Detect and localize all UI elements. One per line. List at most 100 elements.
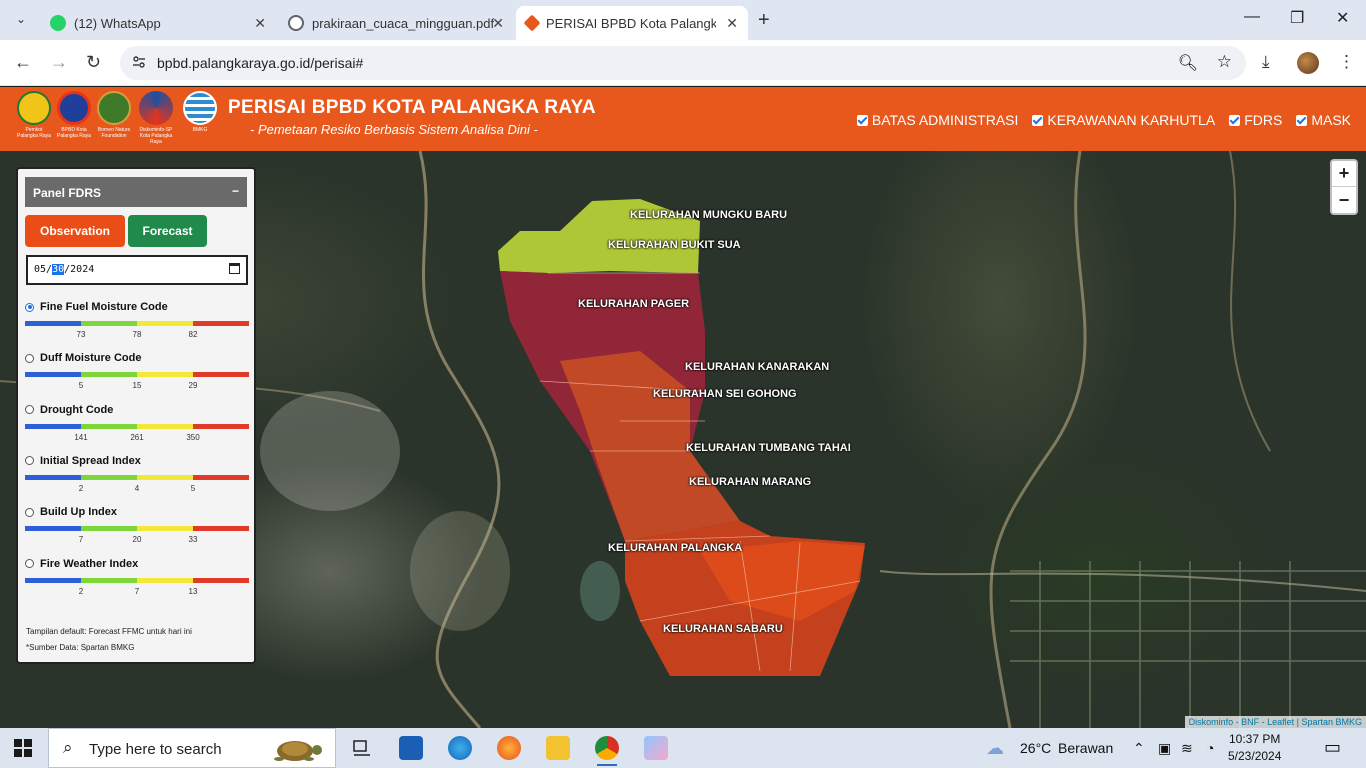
fdrs-index-option[interactable]: Build Up Index 7 20 33: [25, 506, 249, 547]
scale-segment: [137, 474, 193, 480]
layer-toggles: BATAS ADMINISTRASI KERAWANAN KARHUTLA FD…: [856, 112, 1351, 128]
threshold-label: 29: [188, 381, 198, 391]
layer-kerawanan-karhutla[interactable]: KERAWANAN KARHUTLA: [1032, 112, 1215, 128]
notifications-icon[interactable]: ▭: [1324, 737, 1341, 758]
menu-icon[interactable]: ⋮: [1338, 52, 1355, 72]
radio-button[interactable]: [25, 559, 34, 568]
scale-segment: [25, 474, 81, 480]
logo-bnf: Borneo Nature Foundation: [96, 91, 132, 139]
map-attribution[interactable]: Diskominfo - BNF - Leaflet | Spartan BMK…: [1184, 716, 1366, 728]
show-hidden-icons-icon[interactable]: ⌃: [1133, 740, 1145, 757]
meet-now-icon[interactable]: ▣: [1158, 740, 1171, 757]
date-day[interactable]: 30: [52, 264, 65, 275]
site-info-icon[interactable]: [132, 55, 146, 69]
address-bar[interactable]: bpbd.palangkaraya.go.id/perisai# 🔍︎ ☆: [120, 46, 1246, 80]
tab-pdf[interactable]: prakiraan_cuaca_mingguan.pdf ✕: [278, 6, 514, 40]
mail-icon[interactable]: [399, 736, 423, 760]
layer-fdrs[interactable]: FDRS: [1229, 112, 1282, 128]
layer-batas-administrasi[interactable]: BATAS ADMINISTRASI: [856, 112, 1018, 128]
date-year[interactable]: 2024: [70, 264, 94, 275]
index-row[interactable]: Fine Fuel Moisture Code: [25, 301, 249, 313]
taskbar-search[interactable]: ⌕ Type here to search: [48, 728, 336, 768]
restore-window-button[interactable]: ❐: [1290, 8, 1304, 28]
close-window-button[interactable]: ✕: [1336, 8, 1349, 28]
index-row[interactable]: Duff Moisture Code: [25, 352, 249, 364]
download-icon[interactable]: ⤓: [1262, 52, 1270, 72]
index-row[interactable]: Initial Spread Index: [25, 455, 249, 467]
scale-segment: [193, 474, 249, 480]
file-explorer-icon[interactable]: [546, 736, 570, 760]
label-tumbang-tahai: KELURAHAN TUMBANG TAHAI: [686, 442, 851, 454]
pemkot-logo-icon: [17, 91, 51, 125]
radio-button[interactable]: [25, 353, 34, 363]
tab-perisai[interactable]: PERISAI BPBD Kota Palangka Ra ✕: [516, 6, 748, 40]
layer-mask[interactable]: MASK: [1296, 112, 1351, 128]
tab-search-dropdown[interactable]: ⌄: [10, 8, 32, 30]
radio-button[interactable]: [25, 507, 34, 517]
scale-segment: [25, 372, 81, 378]
threshold-label: 15: [132, 381, 142, 391]
weather-text[interactable]: Berawan: [1058, 740, 1113, 756]
paint-icon[interactable]: [644, 736, 668, 760]
checkbox-checked-icon[interactable]: [1296, 114, 1308, 126]
fdrs-index-option[interactable]: Fire Weather Index 2 7 13: [25, 558, 249, 599]
zoom-icon[interactable]: 🔍︎: [1178, 53, 1198, 73]
weather-temp[interactable]: 26°C: [1020, 740, 1051, 756]
scale-segment: [25, 577, 81, 583]
minimize-window-button[interactable]: —: [1244, 8, 1260, 26]
date-input[interactable]: 05/30/2024: [26, 255, 248, 285]
zoom-out-button[interactable]: −: [1332, 187, 1356, 213]
bookmark-star-icon[interactable]: ☆: [1217, 52, 1232, 72]
forecast-button[interactable]: Forecast: [128, 215, 207, 247]
system-clock[interactable]: 10:37 PM 5/23/2024: [1228, 731, 1281, 765]
observation-button[interactable]: Observation: [25, 215, 125, 247]
chrome-icon[interactable]: [595, 736, 619, 766]
index-row[interactable]: Fire Weather Index: [25, 558, 249, 570]
close-icon[interactable]: ✕: [726, 15, 738, 32]
forward-icon[interactable]: →: [50, 52, 68, 73]
checkbox-checked-icon[interactable]: [1032, 114, 1044, 126]
label-kanarakan: KELURAHAN KANARAKAN: [685, 361, 830, 373]
edge-icon[interactable]: [448, 736, 472, 760]
back-icon[interactable]: ←: [14, 52, 32, 73]
tab-title: prakiraan_cuaca_mingguan.pdf: [312, 15, 495, 31]
new-tab-button[interactable]: +: [758, 9, 770, 32]
threshold-label: 7: [134, 586, 140, 596]
task-view-icon[interactable]: [350, 736, 374, 760]
fdrs-index-option[interactable]: Duff Moisture Code 5 15 29: [25, 352, 249, 393]
logo-caption: Pemkot Palangka Raya: [17, 127, 51, 139]
wifi-icon[interactable]: ◔: [1206, 740, 1214, 756]
turtle-illustration-icon: [274, 741, 322, 761]
cloud-icon[interactable]: ☁: [986, 738, 1004, 759]
index-color-scale: [25, 577, 249, 583]
reload-icon[interactable]: ↻: [86, 52, 101, 73]
tab-whatsapp[interactable]: (12) WhatsApp ✕: [40, 6, 276, 40]
scale-segment: [137, 372, 193, 378]
close-icon[interactable]: ✕: [254, 15, 266, 32]
bmkg-logo-icon: [183, 91, 217, 125]
date-month[interactable]: 05: [34, 264, 46, 275]
radio-button[interactable]: [25, 456, 34, 466]
index-row[interactable]: Drought Code: [25, 404, 249, 416]
checkbox-checked-icon[interactable]: [856, 114, 868, 126]
fdrs-index-option[interactable]: Fine Fuel Moisture Code 73 78 82: [25, 301, 249, 342]
zoom-in-button[interactable]: +: [1332, 161, 1356, 187]
fdrs-index-option[interactable]: Initial Spread Index 2 4 5: [25, 455, 249, 496]
radio-button[interactable]: [25, 405, 34, 415]
logo-caption: Borneo Nature Foundation: [97, 127, 131, 139]
windows-start-button[interactable]: [14, 739, 32, 757]
scale-segment: [193, 372, 249, 378]
minimize-panel-button[interactable]: −: [232, 184, 239, 198]
clock-date: 5/23/2024: [1228, 749, 1282, 763]
checkbox-checked-icon[interactable]: [1229, 114, 1241, 126]
index-row[interactable]: Build Up Index: [25, 506, 249, 518]
threshold-label: 73: [76, 330, 86, 339]
language-icon[interactable]: ≋: [1181, 740, 1193, 757]
threshold-label: 82: [188, 330, 198, 339]
firefox-icon[interactable]: [497, 736, 521, 760]
profile-avatar[interactable]: [1297, 52, 1319, 74]
radio-button[interactable]: [25, 302, 34, 312]
calendar-icon[interactable]: [229, 263, 240, 274]
close-icon[interactable]: ✕: [492, 15, 504, 32]
fdrs-index-option[interactable]: Drought Code 141 261 350: [25, 404, 249, 445]
